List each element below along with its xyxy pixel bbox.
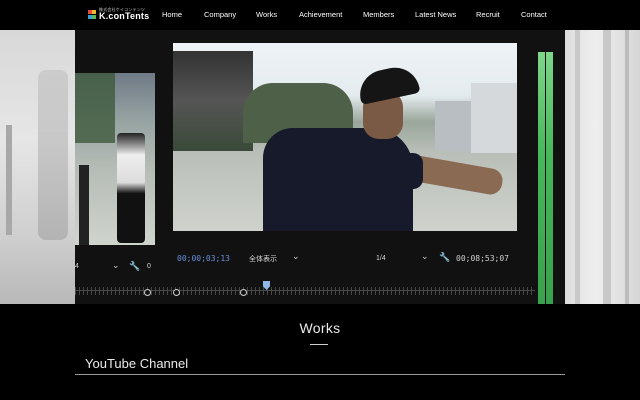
timecode-total: 00;08;53;07 (456, 254, 509, 263)
nav-achievement[interactable]: Achievement (299, 10, 342, 19)
view-selector[interactable]: 全体表示 (249, 254, 277, 264)
nav-members[interactable]: Members (363, 10, 394, 19)
wrench-icon[interactable]: 🔧 (129, 261, 140, 272)
hero-side-left-image (0, 30, 75, 304)
left-fraction: 4 (75, 263, 79, 270)
chevron-down-icon[interactable]: ⌄ (292, 251, 300, 262)
in-point-handle-main[interactable] (173, 289, 180, 296)
audio-meter (535, 52, 555, 304)
nav-works[interactable]: Works (256, 10, 277, 19)
nav-recruit[interactable]: Recruit (476, 10, 500, 19)
hero-side-right-image (565, 30, 640, 304)
divider (75, 374, 565, 375)
preview-clip-small (75, 73, 155, 245)
nav-latest-news[interactable]: Latest News (415, 10, 456, 19)
wrench-icon[interactable]: 🔧 (439, 252, 450, 263)
timecode-current: 00;00;03;13 (177, 254, 230, 263)
preview-clip-main (173, 43, 517, 231)
youtube-channel-heading: YouTube Channel (85, 356, 189, 371)
nav-home[interactable]: Home (162, 10, 182, 19)
main-nav: Home Company Works Achievement Members L… (0, 10, 640, 22)
section-title: Works (299, 320, 341, 336)
chevron-down-icon[interactable]: ⌄ (421, 251, 429, 262)
hero-video: 4 ⌄ 🔧 0 00;00;03;13 全体表示 ⌄ 1/4 ⌄ 🔧 00;08… (0, 30, 640, 304)
resolution-fraction[interactable]: 1/4 (376, 255, 386, 262)
out-point-handle[interactable] (240, 289, 247, 296)
left-value: 0 (147, 263, 151, 270)
chevron-down-icon[interactable]: ⌄ (112, 260, 120, 271)
in-point-handle[interactable] (144, 289, 151, 296)
nav-company[interactable]: Company (204, 10, 236, 19)
site-header: 株式会社ケイコンテンツ K.conTents Home Company Work… (0, 0, 640, 30)
nav-contact[interactable]: Contact (521, 10, 547, 19)
title-underline (310, 344, 328, 345)
